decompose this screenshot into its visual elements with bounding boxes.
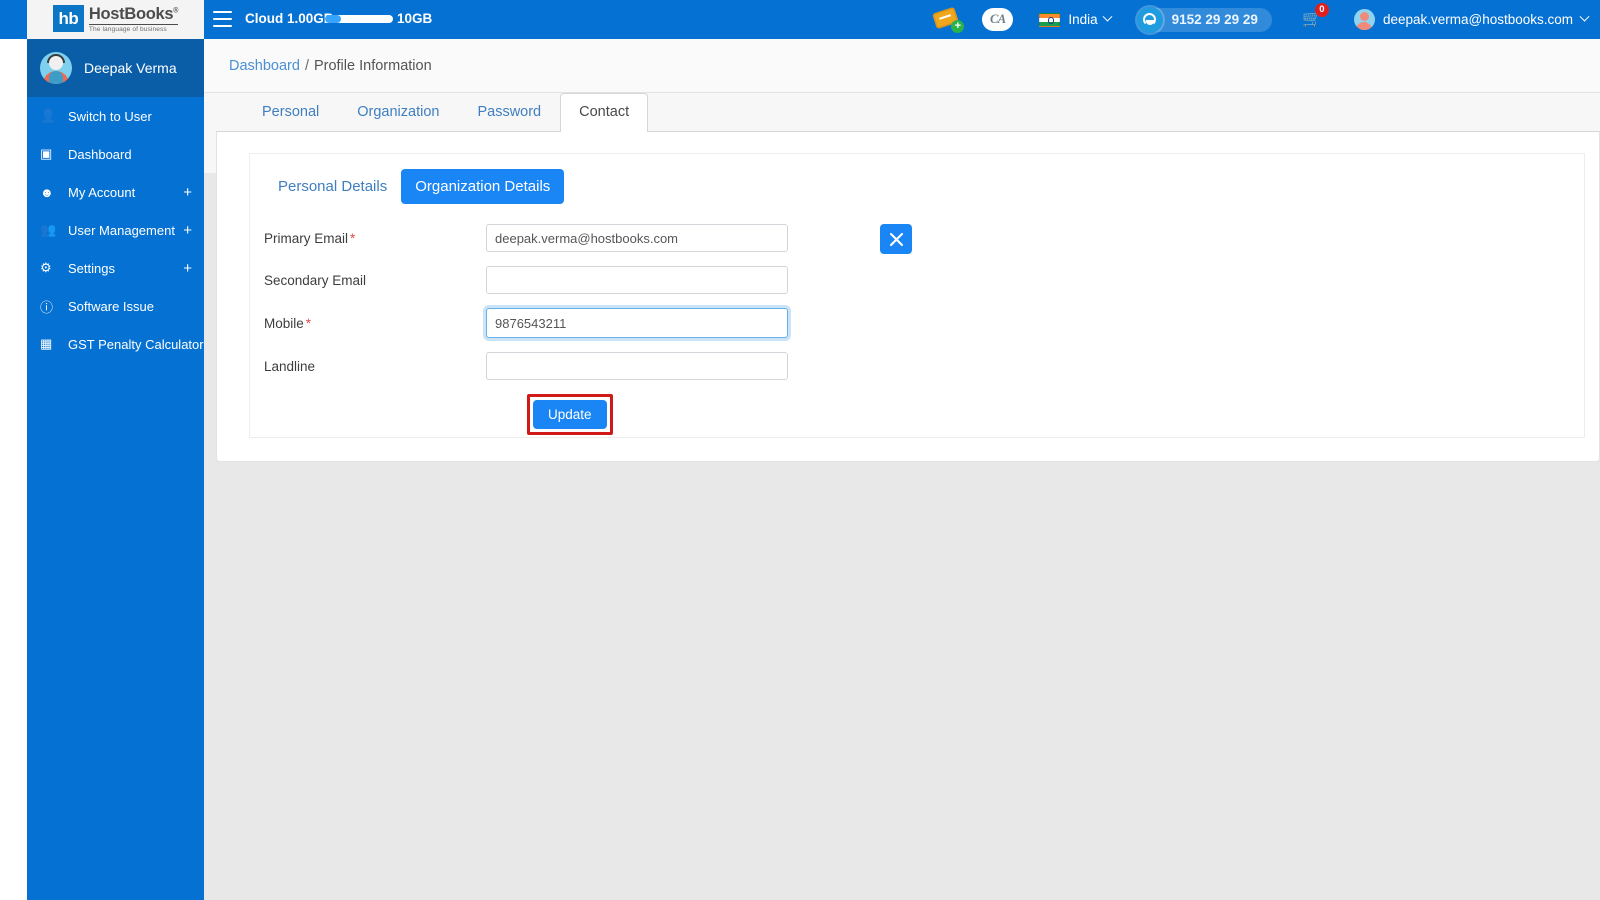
cloud-storage-max: 10GB xyxy=(397,11,433,26)
cloud-storage-progressbar xyxy=(325,15,393,23)
india-flag-icon xyxy=(1039,12,1061,27)
update-button[interactable]: Update xyxy=(533,400,607,429)
sidebar-item-software-issue[interactable]: ⓘ Software Issue xyxy=(27,287,204,325)
form-row-primary-email: Primary Email * xyxy=(264,224,824,252)
add-ticket-icon: + xyxy=(932,6,965,33)
cloud-storage-label: Cloud 1.00GB xyxy=(245,11,334,26)
tab-contact[interactable]: Contact xyxy=(560,93,649,132)
contact-form: Primary Email* Secondary Email Mobile* L… xyxy=(264,224,824,435)
chevron-down-icon xyxy=(1579,11,1590,22)
secondary-email-input[interactable] xyxy=(486,266,788,294)
sidebar-item-switch-to-user[interactable]: 👤 Switch to User xyxy=(27,97,204,135)
chevron-down-icon xyxy=(1102,11,1113,22)
registered-mark-icon: ® xyxy=(173,7,179,15)
label-text: Secondary Email xyxy=(264,272,367,288)
contact-tab-panel: Personal Details Organization Details Pr… xyxy=(216,132,1600,462)
avatar xyxy=(40,52,72,84)
details-segment-group: Personal Details Organization Details xyxy=(264,169,565,204)
sidebar-item-gst-penalty-calculator[interactable]: ▦ GST Penalty Calculator xyxy=(27,325,204,363)
cart-button[interactable]: 🛒 0 xyxy=(1302,2,1329,32)
expand-icon[interactable]: + xyxy=(183,222,192,239)
add-ticket-button[interactable]: + xyxy=(932,0,982,39)
sidebar-item-my-account[interactable]: ☻ My Account + xyxy=(27,173,204,211)
sidebar-profile-name: Deepak Verma xyxy=(84,60,177,76)
form-row-secondary-email: Secondary Email xyxy=(264,266,824,294)
breadcrumb: Dashboard / Profile Information xyxy=(204,39,1600,93)
tab-password[interactable]: Password xyxy=(458,93,560,132)
cloud-storage-progress-fill xyxy=(325,15,342,23)
update-button-highlight: Update xyxy=(527,394,613,435)
avatar xyxy=(1353,9,1375,30)
sidebar-item-settings[interactable]: ⚙ Settings + xyxy=(27,249,204,287)
profile-tabs: Personal Organization Password Contact xyxy=(216,93,1600,132)
account-circle-icon: ☻ xyxy=(40,184,54,200)
brand-logo[interactable]: hb HostBooks® The language of business xyxy=(27,0,204,39)
tab-organization[interactable]: Organization xyxy=(338,93,458,132)
expand-icon[interactable]: + xyxy=(183,260,192,277)
required-asterisk: * xyxy=(305,315,312,331)
label-mobile: Mobile * xyxy=(264,316,486,331)
label-text: Primary Email xyxy=(264,230,349,246)
sidebar-item-label: Switch to User xyxy=(68,108,152,124)
form-actions-spacer xyxy=(264,394,486,435)
dashboard-icon: ▣ xyxy=(40,146,53,161)
form-row-landline: Landline xyxy=(264,352,824,380)
info-icon: ⓘ xyxy=(40,299,54,315)
top-navigation-bar: hb HostBooks® The language of business C… xyxy=(0,0,1600,39)
sidebar-item-user-management[interactable]: 👥 User Management + xyxy=(27,211,204,249)
sidebar-item-label: Settings xyxy=(68,260,115,276)
tab-personal[interactable]: Personal xyxy=(243,93,338,132)
sidebar: Deepak Verma 👤 Switch to User ▣ Dashboar… xyxy=(27,39,204,900)
sidebar-item-label: GST Penalty Calculator xyxy=(68,336,204,352)
gear-icon: ⚙ xyxy=(40,260,52,275)
headset-icon xyxy=(1136,6,1163,33)
logo-tagline: The language of business xyxy=(88,26,167,34)
support-phone-pill[interactable]: 9152 29 29 29 xyxy=(1136,6,1272,33)
close-icon xyxy=(889,232,903,246)
country-label: India xyxy=(1068,12,1098,27)
hamburger-icon[interactable] xyxy=(213,11,232,27)
ca-badge-icon[interactable]: CA xyxy=(982,8,1014,31)
sidebar-item-label: Dashboard xyxy=(68,146,132,162)
mobile-input[interactable] xyxy=(486,308,788,338)
landline-input[interactable] xyxy=(486,352,788,380)
user-icon: 👤 xyxy=(40,108,57,123)
app-root: hb HostBooks® The language of business C… xyxy=(0,0,1600,900)
label-primary-email: Primary Email * xyxy=(264,231,486,246)
form-row-mobile: Mobile * xyxy=(264,308,824,338)
logo-mark-icon: hb xyxy=(52,5,84,33)
users-group-icon: 👥 xyxy=(40,222,57,237)
primary-email-input[interactable] xyxy=(486,224,788,252)
label-secondary-email: Secondary Email xyxy=(264,273,486,288)
sidebar-profile[interactable]: Deepak Verma xyxy=(27,39,204,97)
segment-organization-details[interactable]: Organization Details xyxy=(401,169,565,204)
country-selector[interactable]: India xyxy=(1039,11,1113,27)
calculator-icon: ▦ xyxy=(40,336,53,351)
user-menu[interactable]: deepak.verma@hostbooks.com xyxy=(1353,9,1590,30)
label-text: Landline xyxy=(264,358,316,374)
label-text: Mobile xyxy=(264,315,304,331)
segment-personal-details[interactable]: Personal Details xyxy=(264,169,401,204)
sidebar-item-label: User Management xyxy=(68,222,175,238)
form-actions: Update xyxy=(264,394,824,435)
sidebar-item-label: My Account xyxy=(68,184,136,200)
top-bar-right-group: + CA India 9152 29 29 29 🛒 0 deepak.verm… xyxy=(932,0,1600,39)
required-asterisk: * xyxy=(350,230,356,246)
breadcrumb-separator: / xyxy=(304,57,309,74)
logo-wordmark: HostBooks® xyxy=(88,5,179,25)
breadcrumb-current-page: Profile Information xyxy=(313,57,432,74)
sidebar-item-dashboard[interactable]: ▣ Dashboard xyxy=(27,135,204,173)
close-button[interactable] xyxy=(880,224,912,254)
user-email-label: deepak.verma@hostbooks.com xyxy=(1382,12,1573,27)
contact-inner-panel: Personal Details Organization Details Pr… xyxy=(249,153,1585,438)
support-phone-number: 9152 29 29 29 xyxy=(1171,12,1258,27)
sidebar-item-label: Software Issue xyxy=(68,298,154,314)
cart-count-badge: 0 xyxy=(1314,2,1329,17)
breadcrumb-link-dashboard[interactable]: Dashboard xyxy=(229,58,300,74)
logo-wordmark-text: HostBooks xyxy=(88,5,174,24)
expand-icon[interactable]: + xyxy=(183,184,192,201)
label-landline: Landline xyxy=(264,359,486,374)
